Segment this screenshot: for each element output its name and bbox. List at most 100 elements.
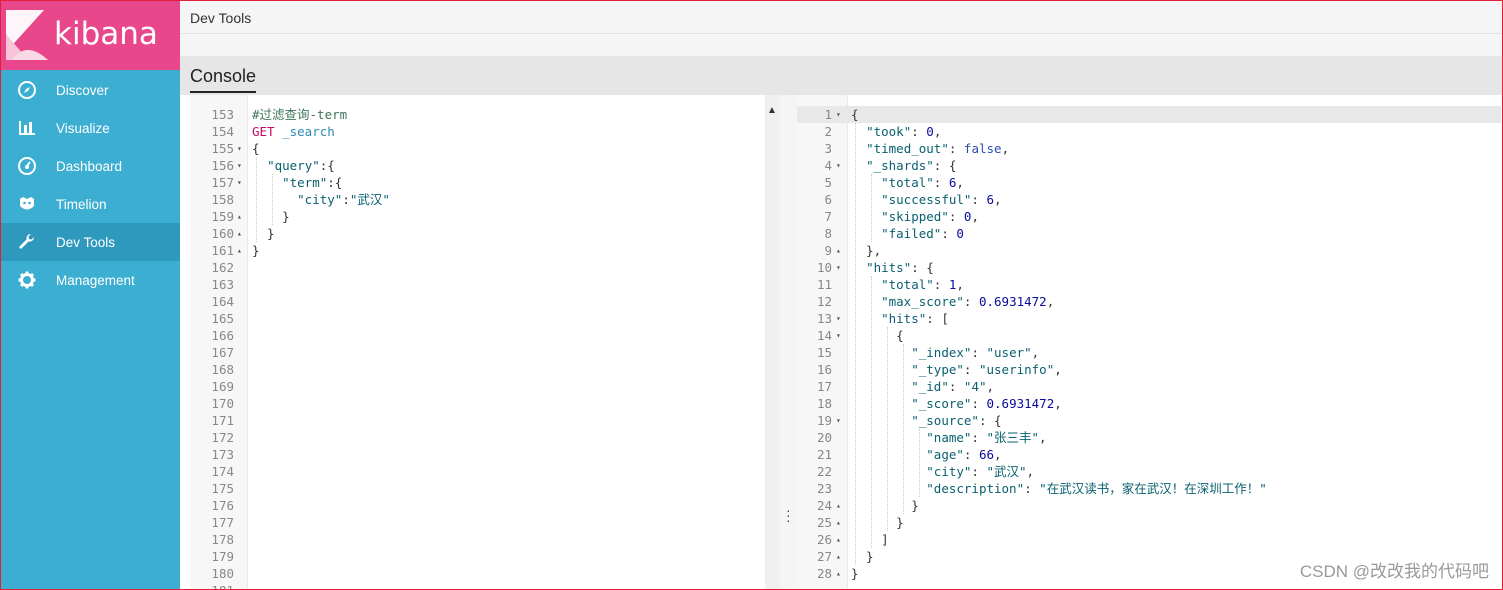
code-line[interactable]: 179 (190, 548, 780, 565)
code-line[interactable]: 173 (190, 446, 780, 463)
fold-toggle-icon[interactable]: ▾ (237, 174, 242, 191)
code-line[interactable]: 8 "failed": 0 (797, 225, 1501, 242)
code-line[interactable]: 165 (190, 310, 780, 327)
line-number: 167 (211, 345, 234, 360)
sidebar-item-timelion[interactable]: Timelion (0, 185, 180, 223)
code-line[interactable]: 14 ▾ { (797, 327, 1501, 344)
fold-toggle-icon[interactable]: ▴ (237, 208, 242, 225)
code-line[interactable]: 3 "timed_out": false, (797, 140, 1501, 157)
code-line[interactable]: 12 "max_score": 0.6931472, (797, 293, 1501, 310)
kibana-logo[interactable]: kibana (0, 0, 180, 70)
code-line[interactable]: 171 (190, 412, 780, 429)
code-line[interactable]: 161 ▴} (190, 242, 780, 259)
code-token: : (971, 430, 987, 445)
code-token: , (1001, 141, 1010, 156)
fold-toggle-icon[interactable]: ▴ (836, 514, 841, 531)
code-line[interactable]: 20 "name": "张三丰", (797, 429, 1501, 446)
fold-toggle-icon[interactable]: ▴ (836, 548, 841, 565)
code-line[interactable]: 17 "_id": "4", (797, 378, 1501, 395)
code-token: } (851, 566, 859, 581)
sidebar-item-discover[interactable]: Discover (0, 71, 180, 109)
code-line[interactable]: 4 ▾ "_shards": { (797, 157, 1501, 174)
code-line[interactable]: 11 "total": 1, (797, 276, 1501, 293)
code-line[interactable]: 167 (190, 344, 780, 361)
code-line[interactable]: 177 (190, 514, 780, 531)
code-line[interactable]: 25 ▴ } (797, 514, 1501, 531)
code-line[interactable]: 9 ▴ }, (797, 242, 1501, 259)
code-line[interactable]: 172 (190, 429, 780, 446)
fold-toggle-icon[interactable]: ▾ (836, 157, 841, 174)
fold-toggle-icon[interactable]: ▾ (836, 412, 841, 429)
code-line[interactable]: 155 ▾ { (190, 140, 780, 157)
fold-toggle-icon[interactable]: ▾ (237, 140, 242, 157)
sidebar-item-dashboard[interactable]: Dashboard (0, 147, 180, 185)
fold-toggle-icon[interactable]: ▾ (836, 106, 841, 123)
code-line[interactable]: 160 ▴ } (190, 225, 780, 242)
chevron-up-icon[interactable]: ▲ (767, 105, 777, 116)
code-line[interactable]: 22 "city": "武汉", (797, 463, 1501, 480)
code-line[interactable]: 7 "skipped": 0, (797, 208, 1501, 225)
request-editor[interactable]: 153 #过滤查询-term 154 GET _search 155 ▾{156 ▾ "qu… (190, 95, 780, 590)
fold-toggle-icon[interactable]: ▾ (836, 259, 841, 276)
fold-toggle-icon[interactable]: ▴ (836, 531, 841, 548)
fold-toggle-icon[interactable]: ▴ (836, 497, 841, 514)
code-line[interactable]: 181 (190, 582, 780, 590)
request-scrollbar[interactable] (765, 95, 780, 590)
fold-toggle-icon[interactable]: ▴ (237, 242, 242, 259)
line-number: 179 (211, 549, 234, 564)
code-line[interactable]: 168 (190, 361, 780, 378)
code-line[interactable]: 158 "city":"武汉" (190, 191, 780, 208)
code-line[interactable]: 175 (190, 480, 780, 497)
code-line[interactable]: 162 (190, 259, 780, 276)
code-line[interactable]: 180 (190, 565, 780, 582)
code-line[interactable]: 159 ▴ } (190, 208, 780, 225)
code-line[interactable]: 2 "took": 0, (797, 123, 1501, 140)
line-number: 16 (816, 362, 832, 377)
code-line[interactable]: 174 (190, 463, 780, 480)
code-line[interactable]: 21 "age": 66, (797, 446, 1501, 463)
code-line[interactable]: 10 ▾ "hits": { (797, 259, 1501, 276)
code-token: , (1046, 294, 1055, 309)
code-line[interactable]: 23 "description": "在武汉读书，家在武汉！在深圳工作！" (797, 480, 1501, 497)
code-line[interactable]: 5 "total": 6, (797, 174, 1501, 191)
code-line[interactable]: 1 ▾ { (797, 106, 1501, 123)
response-editor[interactable]: 1 ▾{2 "took": 0, 3 "timed_out": false, 4 ▾ "… (797, 95, 1501, 590)
fold-toggle-icon[interactable]: ▾ (836, 327, 841, 344)
code-line[interactable]: 176 (190, 497, 780, 514)
code-line[interactable]: 170 (190, 395, 780, 412)
fold-toggle-icon[interactable]: ▴ (237, 225, 242, 242)
line-number: 180 (211, 566, 234, 581)
line-number: 163 (211, 277, 234, 292)
code-line[interactable]: 6 "successful": 6, (797, 191, 1501, 208)
code-line[interactable]: 157 ▾ "term":{ (190, 174, 780, 191)
code-line[interactable]: 26 ▴ ] (797, 531, 1501, 548)
code-line[interactable]: 156 ▾ "query":{ (190, 157, 780, 174)
fold-toggle-icon[interactable]: ▾ (237, 157, 242, 174)
sidebar-item-management[interactable]: Management (0, 261, 180, 299)
tab-console[interactable]: Console (190, 66, 257, 93)
code-token: { (851, 107, 859, 122)
fold-toggle-icon[interactable]: ▾ (836, 310, 841, 327)
code-line[interactable]: 163 (190, 276, 780, 293)
sidebar-item-visualize[interactable]: Visualize (0, 109, 180, 147)
fold-toggle-icon[interactable]: ▴ (836, 242, 841, 259)
code-line[interactable]: 178 (190, 531, 780, 548)
code-line[interactable]: 16 "_type": "userinfo", (797, 361, 1501, 378)
dashboard-icon (17, 156, 37, 176)
code-line[interactable]: 13 ▾ "hits": [ (797, 310, 1501, 327)
code-token: "timed_out" (866, 141, 949, 156)
code-line[interactable]: 15 "_index": "user", (797, 344, 1501, 361)
code-line[interactable]: 19 ▾ "_source": { (797, 412, 1501, 429)
code-line[interactable]: 166 (190, 327, 780, 344)
code-line[interactable]: 154 GET _search (190, 123, 780, 140)
code-line[interactable]: 169 (190, 378, 780, 395)
code-line[interactable]: 153 #过滤查询-term (190, 106, 780, 123)
sidebar-item-dev-tools[interactable]: Dev Tools (0, 223, 180, 261)
drag-handle-icon[interactable]: · · · (786, 503, 791, 527)
code-line[interactable]: 24 ▴ } (797, 497, 1501, 514)
code-line[interactable]: 164 (190, 293, 780, 310)
fold-toggle-icon[interactable]: ▴ (836, 565, 841, 582)
code-line[interactable]: 18 "_score": 0.6931472, (797, 395, 1501, 412)
